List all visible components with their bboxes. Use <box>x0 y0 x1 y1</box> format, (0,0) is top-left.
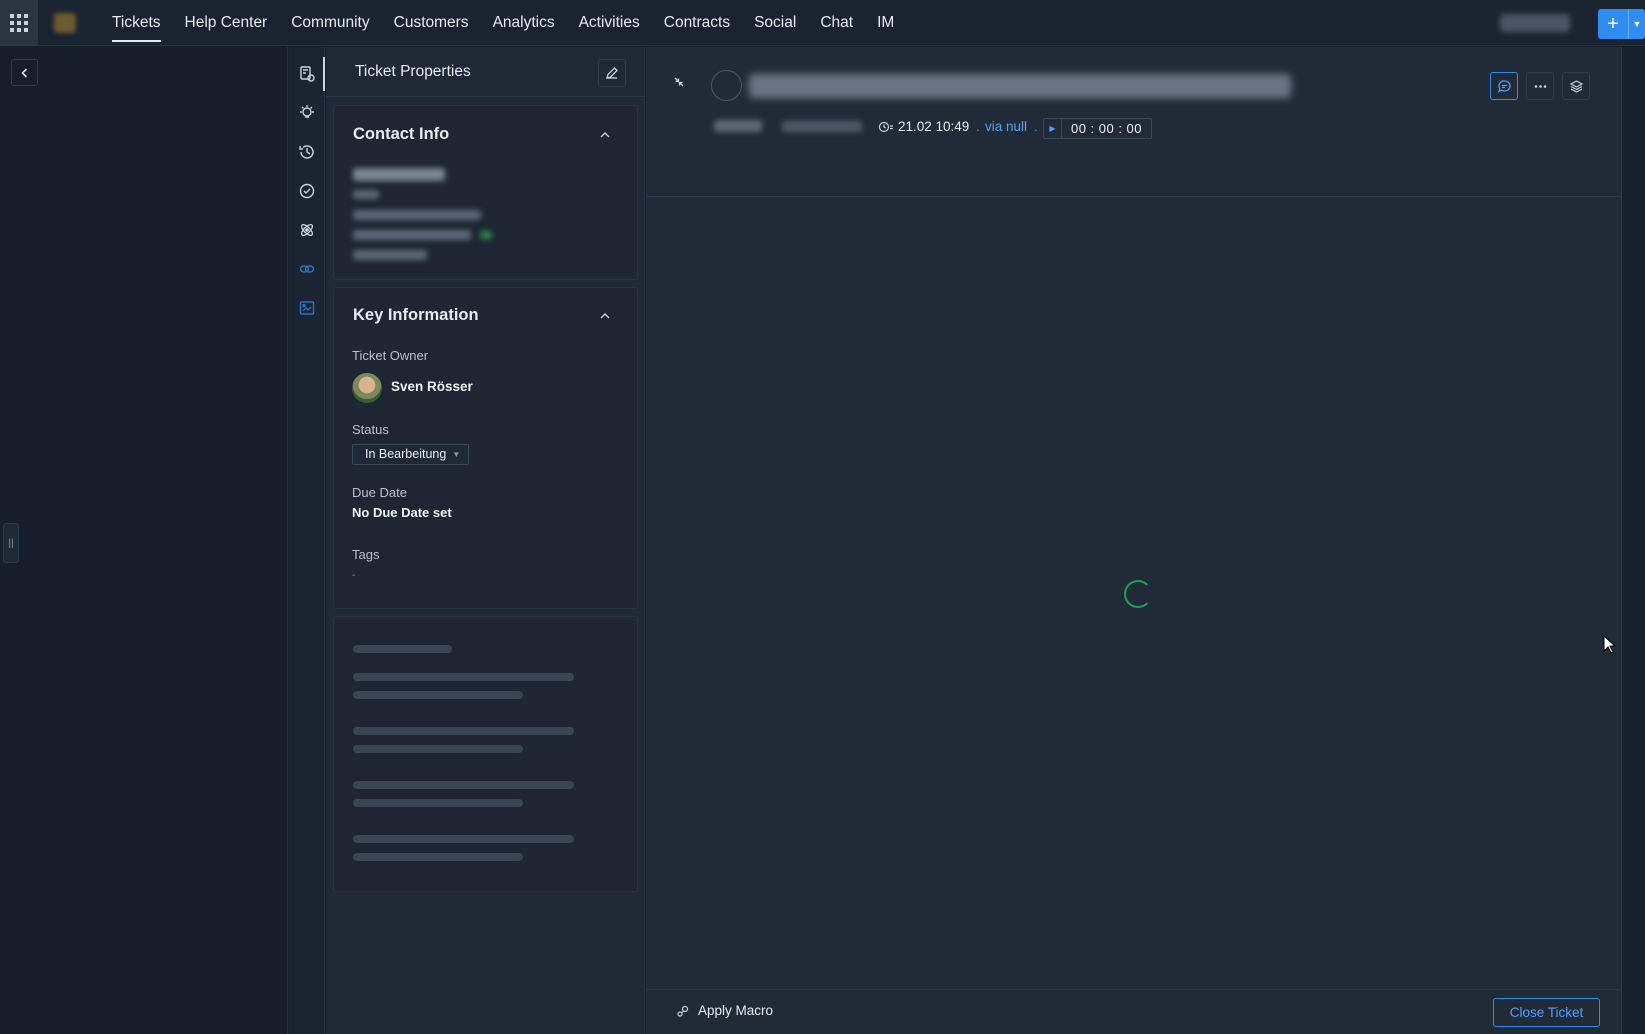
skeleton-line <box>353 727 574 735</box>
ticket-timer: ▶ 00 : 00 : 00 <box>1043 118 1152 139</box>
apply-macro-label: Apply Macro <box>698 1003 774 1018</box>
nav-chat[interactable]: Chat <box>808 0 865 46</box>
active-rail-indicator <box>323 57 325 91</box>
due-date-label: Due Date <box>352 485 407 500</box>
new-item-button[interactable]: + ▼ <box>1598 9 1645 39</box>
play-icon[interactable]: ▶ <box>1044 119 1062 138</box>
due-date-value[interactable]: No Due Date set <box>352 505 452 520</box>
collapse-panel-button[interactable] <box>11 59 38 86</box>
separator-dot: . <box>976 119 980 134</box>
layers-button[interactable] <box>1562 72 1590 100</box>
atom-icon[interactable] <box>298 221 316 239</box>
mouse-cursor-icon <box>1603 635 1617 654</box>
ticket-number[interactable] <box>714 120 762 132</box>
ticket-time: 21.02 10:49 <box>898 119 970 134</box>
link-icon[interactable] <box>298 260 316 278</box>
nav-customers[interactable]: Customers <box>382 0 481 46</box>
chevron-up-icon[interactable] <box>599 129 611 141</box>
timer-value: 00 : 00 : 00 <box>1070 121 1143 136</box>
loading-card <box>333 616 638 892</box>
ticket-contact[interactable] <box>782 121 862 132</box>
separator-dot: . <box>1034 119 1038 134</box>
ticket-properties-panel: Ticket Properties Contact Info Key Infor… <box>326 47 645 1034</box>
resize-handle[interactable]: || <box>3 523 19 563</box>
ticket-owner-label: Ticket Owner <box>352 348 429 363</box>
contact-email[interactable] <box>353 210 481 220</box>
apps-grid-icon[interactable] <box>0 0 38 46</box>
properties-header: Ticket Properties <box>326 47 645 97</box>
conversation-button[interactable] <box>1490 72 1518 100</box>
chevron-up-icon[interactable] <box>599 310 611 322</box>
chat-bubble-icon <box>1497 79 1511 93</box>
contact-name[interactable] <box>353 168 445 181</box>
online-indicator <box>480 231 492 239</box>
skeleton-line <box>353 853 523 861</box>
nav-im[interactable]: IM <box>865 0 906 46</box>
properties-icon-rail <box>289 47 325 1034</box>
nav-social[interactable]: Social <box>742 0 808 46</box>
tags-label: Tags <box>352 547 380 562</box>
clock-icon <box>878 121 893 132</box>
contact-info-card: Contact Info <box>333 105 638 280</box>
ticket-properties-icon[interactable] <box>298 65 316 83</box>
ticket-list-panel: || <box>0 47 288 1034</box>
nav-activities[interactable]: Activities <box>567 0 652 46</box>
status-dropdown[interactable]: In Bearbeitung ▼ <box>352 444 470 465</box>
skeleton-line <box>353 645 452 653</box>
nav-contracts[interactable]: Contracts <box>652 0 742 46</box>
more-options-button[interactable] <box>1526 72 1554 100</box>
chevron-down-icon: ▼ <box>452 450 461 459</box>
skeleton-line <box>353 745 523 753</box>
close-ticket-button[interactable]: Close Ticket <box>1493 998 1600 1027</box>
macro-icon <box>677 1005 689 1017</box>
contact-phone[interactable] <box>353 230 471 240</box>
ticket-header: 21.02 10:49 . via null . ▶ 00 : 00 : 00 <box>646 47 1622 197</box>
layers-icon <box>1569 79 1583 93</box>
gallery-icon[interactable] <box>298 299 316 317</box>
main-nav: Tickets Help Center Community Customers … <box>100 0 906 46</box>
contact-info-title: Contact Info <box>353 125 450 143</box>
ticket-footer: Apply Macro Close Ticket <box>646 989 1622 1034</box>
key-information-title: Key Information <box>353 306 479 324</box>
ticket-detail-view: 21.02 10:49 . via null . ▶ 00 : 00 : 00 … <box>646 47 1622 1034</box>
more-icon <box>1534 84 1546 88</box>
top-navigation-bar: Tickets Help Center Community Customers … <box>0 0 1645 46</box>
properties-title: Ticket Properties <box>355 63 471 80</box>
nav-tickets[interactable]: Tickets <box>100 0 173 46</box>
skeleton-line <box>353 799 523 807</box>
nav-community[interactable]: Community <box>279 0 381 46</box>
ticket-created-time: 21.02 10:49 <box>878 119 969 134</box>
owner-name[interactable]: Sven Rösser <box>391 379 473 394</box>
ticket-channel[interactable]: via null <box>985 119 1027 134</box>
chevron-down-icon[interactable]: ▼ <box>1628 9 1645 39</box>
brand-logo[interactable] <box>54 13 76 33</box>
plus-icon[interactable]: + <box>1598 9 1628 39</box>
skeleton-line <box>353 781 574 789</box>
nav-help-center[interactable]: Help Center <box>173 0 280 46</box>
nav-analytics[interactable]: Analytics <box>481 0 567 46</box>
skeleton-line <box>353 691 523 699</box>
loading-spinner <box>1124 580 1152 608</box>
contact-extra <box>353 250 427 260</box>
ticket-status-circle[interactable] <box>711 70 742 101</box>
bulb-icon[interactable] <box>298 104 316 122</box>
contact-field <box>353 190 379 199</box>
department-selector[interactable] <box>1500 14 1570 32</box>
owner-avatar <box>352 373 382 403</box>
skeleton-line <box>353 673 574 681</box>
apply-macro-button[interactable]: Apply Macro <box>676 1003 773 1018</box>
ticket-subject <box>749 74 1291 98</box>
check-circle-icon[interactable] <box>298 182 316 200</box>
skeleton-line <box>353 835 574 843</box>
status-label: Status <box>352 422 389 437</box>
status-value: In Bearbeitung <box>365 447 447 461</box>
history-icon[interactable] <box>298 143 316 161</box>
edit-button[interactable] <box>598 59 626 87</box>
tags-value[interactable]: - <box>352 570 355 581</box>
collapse-icon[interactable] <box>673 76 685 88</box>
